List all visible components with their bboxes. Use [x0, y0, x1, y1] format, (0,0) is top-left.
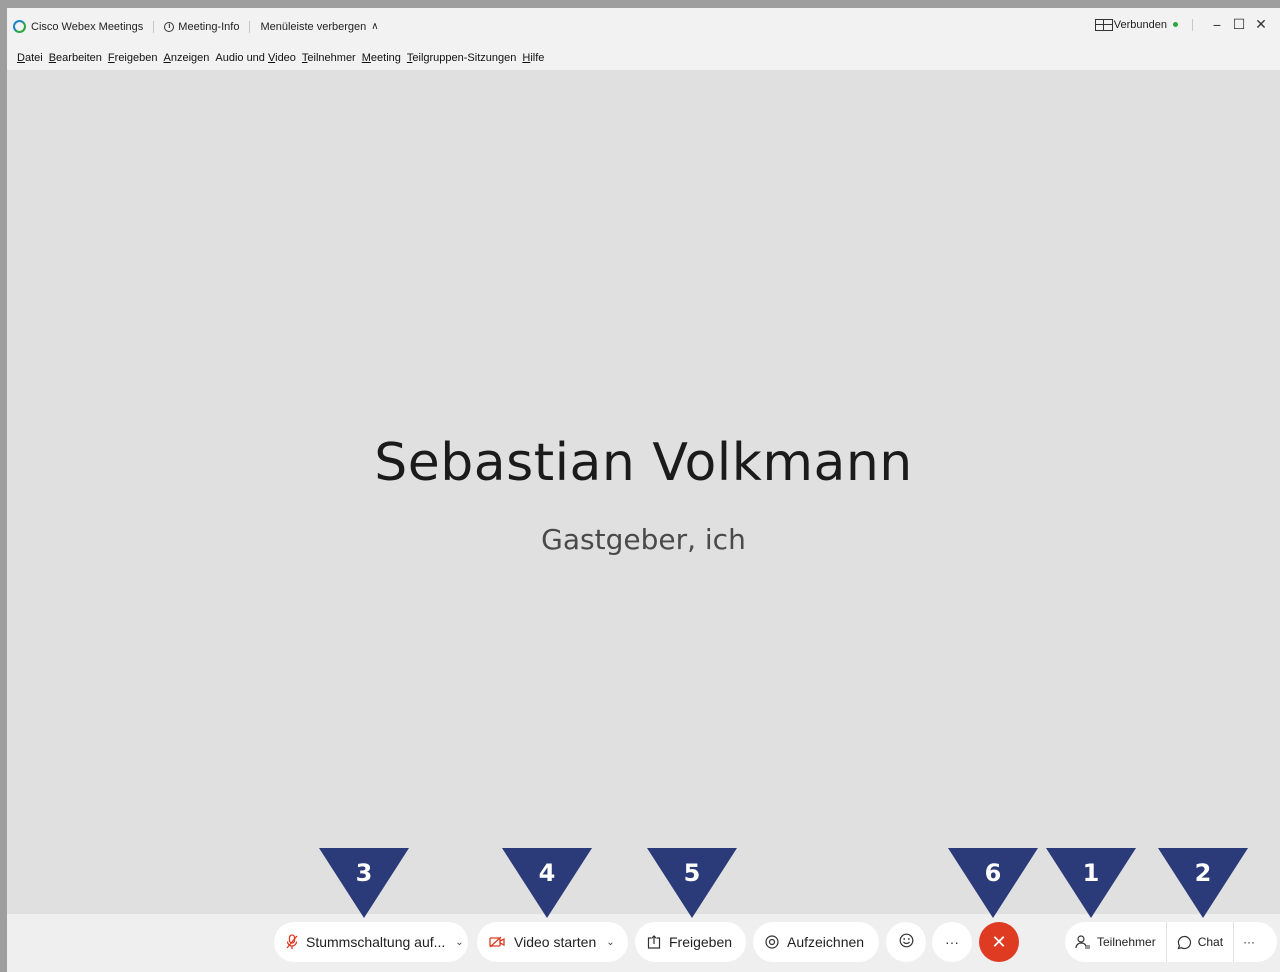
- participants-icon: [1075, 935, 1091, 949]
- more-options-icon: ···: [945, 934, 959, 950]
- title-divider: [153, 20, 155, 33]
- menu-bar: Datei Bearbeiten Freigeben Anzeigen Audi…: [7, 46, 1280, 70]
- callout-number: 3: [355, 859, 373, 887]
- app-name: Cisco Webex Meetings: [31, 20, 144, 33]
- maximize-button[interactable]: ☐: [1228, 16, 1250, 33]
- participants-label: Teilnehmer: [1097, 935, 1156, 949]
- menu-item-datei[interactable]: Datei: [17, 52, 43, 64]
- chat-button[interactable]: Chat: [1167, 922, 1233, 962]
- layout-icon[interactable]: [1094, 18, 1113, 31]
- share-button[interactable]: Freigeben: [635, 922, 746, 962]
- connection-status: Verbunden: [1113, 18, 1167, 31]
- close-window-button[interactable]: ✕: [1250, 16, 1272, 33]
- callout-number: 5: [683, 859, 701, 887]
- menu-item-teilgruppen[interactable]: Teilgruppen-Sitzungen: [407, 52, 516, 64]
- menu-item-hilfe[interactable]: Hilfe: [522, 52, 544, 64]
- callout-number: 4: [538, 859, 556, 887]
- mute-button[interactable]: Stummschaltung auf... ⌄: [274, 922, 468, 962]
- participants-button[interactable]: Teilnehmer: [1065, 922, 1166, 962]
- chevron-down-icon[interactable]: ⌄: [455, 937, 463, 948]
- info-icon: i: [164, 21, 175, 32]
- menu-item-freigeben[interactable]: Freigeben: [108, 52, 158, 64]
- menu-item-audio-video[interactable]: Audio und Video: [215, 52, 296, 64]
- callout-marker-5: 5: [647, 848, 737, 918]
- callout-number: 6: [984, 859, 1002, 887]
- menu-item-teilnehmer[interactable]: Teilnehmer: [302, 52, 356, 64]
- chevron-up-icon: ∧: [371, 21, 379, 32]
- more-options-button[interactable]: ···: [932, 922, 972, 962]
- video-stage: Sebastian Volkmann Gastgeber, ich: [7, 70, 1280, 914]
- smiley-icon: [899, 933, 914, 951]
- meeting-info-label: Meeting-Info: [178, 20, 240, 33]
- callout-marker-1: 1: [1046, 848, 1136, 918]
- panel-more-button[interactable]: ···: [1234, 922, 1264, 962]
- title-bar-right: Verbunden − ☐ ✕: [1094, 16, 1272, 33]
- callout-marker-2: 2: [1158, 848, 1248, 918]
- record-label: Aufzeichnen: [787, 934, 865, 950]
- hide-menubar-label: Menüleiste verbergen: [260, 20, 367, 33]
- reactions-button[interactable]: [886, 922, 926, 962]
- menu-item-meeting[interactable]: Meeting: [362, 52, 401, 64]
- callout-marker-6: 6: [948, 848, 1038, 918]
- mute-label: Stummschaltung auf...: [306, 934, 446, 950]
- webex-logo-icon: [13, 20, 26, 33]
- end-meeting-button[interactable]: ✕: [979, 922, 1019, 962]
- close-icon: ✕: [991, 931, 1007, 952]
- control-bar: Stummschaltung auf... ⌄ Video starten ⌄ …: [7, 914, 1280, 972]
- record-icon: [765, 935, 779, 949]
- participant-name: Sebastian Volkmann: [374, 433, 913, 493]
- meeting-info-button[interactable]: i Meeting-Info: [164, 21, 239, 33]
- microphone-muted-icon: [286, 934, 298, 950]
- chevron-down-icon[interactable]: ⌄: [606, 937, 614, 948]
- title-bar: Cisco Webex Meetings i Meeting-Info Menü…: [7, 8, 1280, 46]
- webex-window: Cisco Webex Meetings i Meeting-Info Menü…: [0, 0, 1280, 972]
- callout-marker-3: 3: [319, 848, 409, 918]
- start-video-label: Video starten: [514, 934, 597, 950]
- chat-label: Chat: [1197, 935, 1224, 949]
- callout-marker-4: 4: [502, 848, 592, 918]
- panel-buttons: Teilnehmer Chat ···: [1065, 922, 1277, 962]
- more-icon: ···: [1243, 935, 1256, 949]
- title-divider: [1192, 18, 1193, 31]
- minimize-button[interactable]: −: [1206, 17, 1228, 33]
- title-bar-left: Cisco Webex Meetings i Meeting-Info Menü…: [13, 20, 379, 33]
- chat-icon: [1177, 935, 1192, 950]
- record-button[interactable]: Aufzeichnen: [753, 922, 879, 962]
- callout-number: 2: [1194, 859, 1212, 887]
- hide-menubar-button[interactable]: Menüleiste verbergen ∧: [260, 21, 378, 33]
- start-video-button[interactable]: Video starten ⌄: [477, 922, 628, 962]
- share-label: Freigeben: [669, 934, 733, 950]
- menu-item-anzeigen[interactable]: Anzeigen: [163, 52, 209, 64]
- share-icon: [647, 935, 661, 949]
- participant-role: Gastgeber, ich: [541, 523, 746, 556]
- callout-number: 1: [1082, 859, 1100, 887]
- connection-status-dot: [1173, 22, 1178, 27]
- video-off-icon: [489, 936, 506, 948]
- title-divider: [249, 20, 251, 33]
- menu-item-bearbeiten[interactable]: Bearbeiten: [49, 52, 102, 64]
